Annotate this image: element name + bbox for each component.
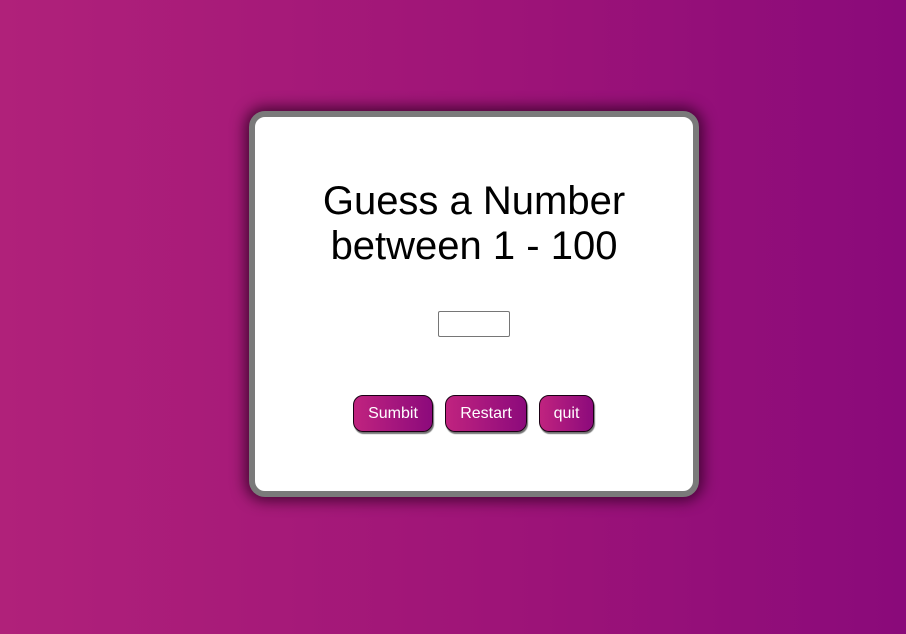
submit-button[interactable]: Sumbit (353, 395, 433, 432)
restart-button[interactable]: Restart (445, 395, 527, 432)
game-title: Guess a Number between 1 - 100 (255, 179, 693, 269)
button-group: Sumbit Restart quit (255, 395, 693, 433)
guess-input[interactable] (438, 311, 510, 337)
quit-button[interactable]: quit (539, 395, 594, 432)
title-line-2: between 1 - 100 (330, 224, 618, 268)
game-card: Guess a Number between 1 - 100 Sumbit Re… (249, 111, 699, 497)
title-line-1: Guess a Number (322, 179, 626, 223)
